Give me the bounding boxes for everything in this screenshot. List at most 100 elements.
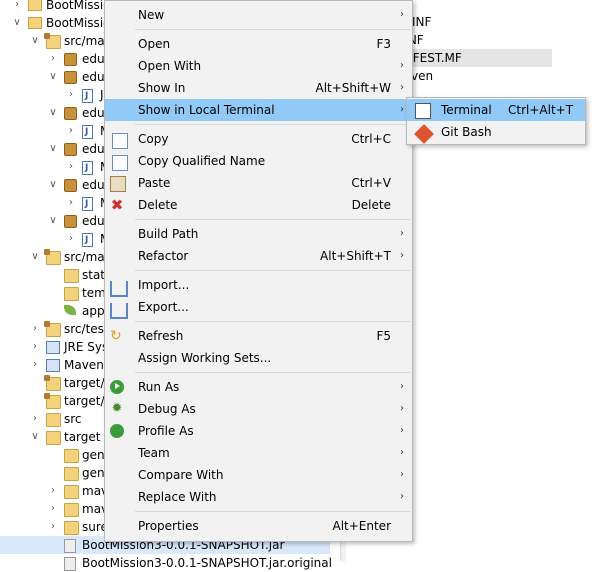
menu-item-copy[interactable]: Copy Ctrl+C bbox=[105, 128, 412, 150]
menu-item-shortcut: Delete bbox=[351, 198, 391, 212]
menu-item-shortcut: Ctrl+C bbox=[351, 132, 391, 146]
menu-item-label: Team bbox=[138, 446, 170, 460]
menu-item-open[interactable]: Open F3 bbox=[105, 33, 412, 55]
menu-item-properties[interactable]: Properties Alt+Enter bbox=[105, 515, 412, 537]
menu-item-label: New bbox=[138, 8, 165, 22]
chevron-right-icon[interactable]: › bbox=[66, 122, 76, 140]
menu-item-team[interactable]: Team › bbox=[105, 442, 412, 464]
menu-separator bbox=[135, 511, 410, 512]
chevron-right-icon[interactable]: › bbox=[30, 410, 40, 428]
chevron-down-icon[interactable]: ∨ bbox=[30, 248, 40, 266]
chevron-right-icon[interactable]: › bbox=[30, 320, 40, 338]
source-folder-icon bbox=[44, 33, 61, 49]
copy-qualified-icon bbox=[112, 155, 128, 171]
menu-item-profile-as[interactable]: Profile As › bbox=[105, 420, 412, 442]
submenu-item-terminal[interactable]: Terminal Ctrl+Alt+T bbox=[407, 99, 585, 121]
menu-item-compare-with[interactable]: Compare With › bbox=[105, 464, 412, 486]
menu-item-paste[interactable]: Paste Ctrl+V bbox=[105, 172, 412, 194]
menu-item-refresh[interactable]: ↻ Refresh F5 bbox=[105, 325, 412, 347]
jar-icon bbox=[64, 557, 76, 571]
export-icon bbox=[110, 303, 128, 319]
tree-item-label: BootMission3-0.0.1-SNAPSHOT.jar.original bbox=[82, 556, 332, 570]
menu-item-refactor[interactable]: Refactor Alt+Shift+T › bbox=[105, 245, 412, 267]
library-icon bbox=[46, 359, 60, 372]
chevron-right-icon[interactable]: › bbox=[66, 158, 76, 176]
chevron-down-icon[interactable]: ∨ bbox=[12, 14, 22, 32]
chevron-down-icon[interactable]: ∨ bbox=[48, 104, 58, 122]
chevron-right-icon[interactable]: › bbox=[48, 50, 58, 68]
menu-item-label: Show In bbox=[138, 81, 186, 95]
menu-item-delete[interactable]: ✖ Delete Delete bbox=[105, 194, 412, 216]
chevron-down-icon[interactable]: ∨ bbox=[48, 212, 58, 230]
menu-item-copy-qualified-name[interactable]: Copy Qualified Name bbox=[105, 150, 412, 172]
tree-item-label: target bbox=[64, 430, 101, 444]
menu-item-shortcut: Alt+Shift+W bbox=[315, 81, 392, 95]
chevron-right-icon: › bbox=[400, 469, 404, 480]
package-icon bbox=[64, 215, 77, 228]
menu-item-show-in-local-terminal[interactable]: Show in Local Terminal › bbox=[105, 99, 412, 121]
menu-item-shortcut: Ctrl+V bbox=[351, 176, 391, 190]
chevron-right-icon: › bbox=[400, 250, 404, 261]
menu-item-label: Build Path bbox=[138, 227, 199, 241]
editor-row[interactable]: ANIFEST.MF bbox=[390, 49, 552, 67]
chevron-down-icon[interactable]: ∨ bbox=[48, 176, 58, 194]
menu-item-label: Copy Qualified Name bbox=[138, 154, 266, 168]
chevron-right-icon[interactable]: › bbox=[66, 230, 76, 248]
chevron-right-icon: › bbox=[400, 447, 404, 458]
chevron-right-icon: › bbox=[400, 104, 404, 115]
menu-item-build-path[interactable]: Build Path › bbox=[105, 223, 412, 245]
chevron-right-icon: › bbox=[400, 491, 404, 502]
menu-item-label: Profile As bbox=[138, 424, 194, 438]
package-icon bbox=[64, 71, 77, 84]
profile-icon bbox=[110, 424, 124, 438]
chevron-right-icon: › bbox=[400, 228, 404, 239]
menu-separator bbox=[135, 29, 410, 30]
chevron-right-icon[interactable]: › bbox=[48, 482, 58, 500]
menu-item-debug-as[interactable]: ✹ Debug As › bbox=[105, 398, 412, 420]
submenu-item-git-bash[interactable]: Git Bash bbox=[407, 121, 585, 144]
chevron-down-icon[interactable]: ∨ bbox=[48, 68, 58, 86]
chevron-right-icon[interactable]: › bbox=[66, 86, 76, 104]
menu-item-show-in[interactable]: Show In Alt+Shift+W › bbox=[105, 77, 412, 99]
menu-item-label: Delete bbox=[138, 198, 178, 212]
menu-item-label: Properties bbox=[138, 519, 199, 533]
chevron-right-icon: › bbox=[400, 60, 404, 71]
folder-icon bbox=[46, 413, 61, 427]
chevron-right-icon: › bbox=[400, 9, 404, 20]
chevron-down-icon[interactable]: ∨ bbox=[30, 428, 40, 446]
menu-item-new[interactable]: New › bbox=[105, 4, 412, 26]
chevron-right-icon[interactable]: › bbox=[48, 500, 58, 518]
git-icon bbox=[414, 124, 434, 144]
java-file-icon bbox=[82, 123, 93, 141]
menu-item-label: Refresh bbox=[138, 329, 184, 343]
project-icon bbox=[28, 0, 42, 11]
chevron-right-icon[interactable]: › bbox=[30, 338, 40, 356]
menu-item-shortcut: F5 bbox=[376, 329, 391, 343]
menu-item-run-as[interactable]: Run As › bbox=[105, 376, 412, 398]
context-menu: New › Open F3 Open With › Show In Alt+Shift+W › S… bbox=[104, 0, 413, 542]
package-icon bbox=[64, 143, 77, 156]
menu-item-replace-with[interactable]: Replace With › bbox=[105, 486, 412, 508]
menu-item-assign-working-sets[interactable]: Assign Working Sets... bbox=[105, 347, 412, 369]
chevron-right-icon[interactable]: › bbox=[48, 518, 58, 536]
menu-item-label: Show in Local Terminal bbox=[138, 103, 275, 117]
menu-item-label: Replace With bbox=[138, 490, 217, 504]
menu-item-label: Open bbox=[138, 37, 171, 51]
menu-separator bbox=[135, 321, 410, 322]
menu-item-shortcut: Alt+Enter bbox=[332, 519, 391, 533]
folder-icon bbox=[64, 503, 79, 517]
chevron-down-icon[interactable]: ∨ bbox=[30, 32, 40, 50]
chevron-right-icon: › bbox=[400, 425, 404, 436]
folder-icon bbox=[64, 269, 79, 283]
folder-icon bbox=[64, 449, 79, 463]
chevron-right-icon[interactable]: › bbox=[30, 356, 40, 374]
menu-item-open-with[interactable]: Open With › bbox=[105, 55, 412, 77]
chevron-down-icon[interactable]: ∨ bbox=[48, 140, 58, 158]
refresh-icon: ↻ bbox=[110, 328, 122, 344]
tree-item[interactable]: BootMission3-0.0.1-SNAPSHOT.jar.original bbox=[0, 554, 332, 572]
chevron-right-icon[interactable]: › bbox=[12, 0, 22, 14]
menu-item-export[interactable]: Export... bbox=[105, 296, 412, 319]
chevron-right-icon[interactable]: › bbox=[66, 194, 76, 212]
menu-item-import[interactable]: Import... bbox=[105, 274, 412, 297]
chevron-right-icon: › bbox=[400, 403, 404, 414]
